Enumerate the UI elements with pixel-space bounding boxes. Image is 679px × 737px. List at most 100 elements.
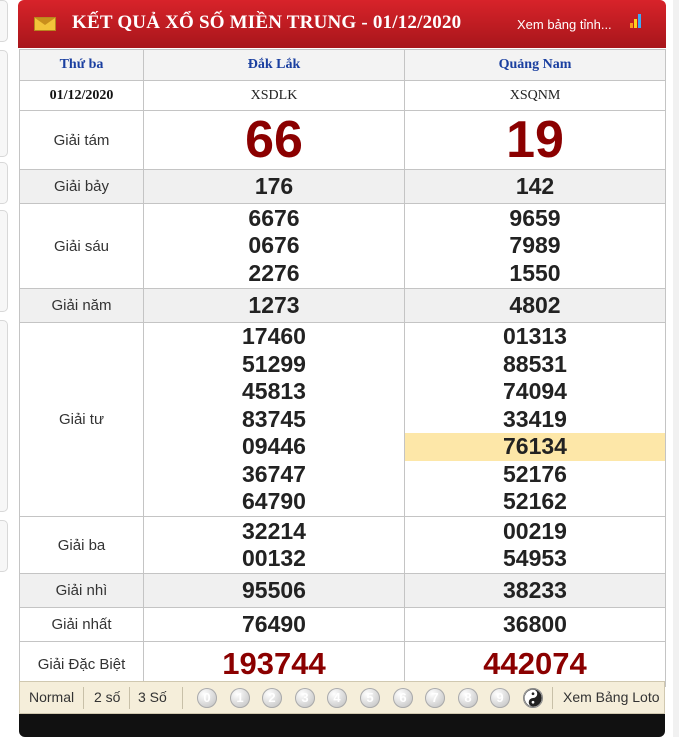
prize-cell: 1273 [143, 288, 405, 323]
prize-number[interactable]: 54953 [405, 545, 665, 573]
prize-number[interactable]: 0676 [144, 232, 404, 260]
digit-6-button[interactable]: 6 [393, 688, 413, 708]
prize-label: Giải sáu [19, 203, 144, 289]
prize-number[interactable]: 00219 [405, 518, 665, 546]
prize-row: Giải tám 66 19 [19, 110, 666, 170]
prize-number[interactable]: 74094 [405, 378, 665, 406]
digit-2-button[interactable]: 2 [262, 688, 282, 708]
lottery-result-panel: KẾT QUẢ XỔ SỐ MIỀN TRUNG - 01/12/2020 Xe… [18, 0, 666, 737]
result-header: KẾT QUẢ XỔ SỐ MIỀN TRUNG - 01/12/2020 Xe… [18, 0, 666, 48]
prize-number[interactable]: 76490 [144, 611, 404, 639]
prize-number[interactable]: 142 [405, 173, 665, 201]
prize-row: Giải tư 17460 51299 45813 83745 09446 36747 647… [19, 322, 666, 517]
prize-number[interactable]: 17460 [144, 323, 404, 351]
yin-yang-icon[interactable] [523, 688, 543, 708]
prize-cell: 4802 [404, 288, 666, 323]
envelope-icon [34, 17, 56, 31]
prize-cell: 76490 [143, 607, 405, 642]
prize-row: Giải Đặc Biệt 193744 442074 [19, 641, 666, 687]
prize-number[interactable]: 01313 [405, 323, 665, 351]
prize-number[interactable]: 4802 [405, 292, 665, 320]
prize-number[interactable]: 51299 [144, 351, 404, 379]
prize-row: Giải nhất 76490 36800 [19, 607, 666, 642]
prize-number[interactable]: 176 [144, 173, 404, 201]
digit-7-button[interactable]: 7 [425, 688, 445, 708]
prize-cell: 01313 88531 74094 33419 76134 52176 52162 [404, 322, 666, 517]
prize-number[interactable]: 2276 [144, 260, 404, 288]
prize-cell: 32214 00132 [143, 516, 405, 574]
prize-number[interactable]: 95506 [144, 577, 404, 605]
prize-cell: 36800 [404, 607, 666, 642]
prize-number[interactable]: 36800 [405, 611, 665, 639]
prize-number[interactable]: 1550 [405, 260, 665, 288]
prize-label: Giải năm [19, 288, 144, 323]
prize-number[interactable]: 19 [405, 111, 665, 169]
prize-cell: 95506 [143, 573, 405, 608]
prize-cell: 00219 54953 [404, 516, 666, 574]
prize-number[interactable]: 09446 [144, 433, 404, 461]
prize-label: Giải nhất [19, 607, 144, 642]
prize-cell: 19 [404, 110, 666, 170]
prize-cell: 442074 [404, 641, 666, 687]
prize-number[interactable]: 1273 [144, 292, 404, 320]
prize-row: Giải ba 32214 00132 00219 54953 [19, 516, 666, 574]
prize-number[interactable]: 6676 [144, 205, 404, 233]
tab-2-so[interactable]: 2 số [94, 689, 120, 705]
day-of-week: Thứ ba [19, 49, 144, 81]
view-mode-bar: Normal 2 số 3 Số 0 1 2 3 4 5 6 7 8 9 Xem… [19, 681, 665, 714]
view-loto-table-link[interactable]: Xem Bảng Loto [563, 689, 660, 705]
prize-number[interactable]: 88531 [405, 351, 665, 379]
prize-number[interactable]: 45813 [144, 378, 404, 406]
prize-label: Giải tư [19, 322, 144, 517]
prize-number[interactable]: 00132 [144, 545, 404, 573]
digit-5-button[interactable]: 5 [360, 688, 380, 708]
prize-number[interactable]: 36747 [144, 461, 404, 489]
prize-row: Giải năm 1273 4802 [19, 288, 666, 323]
prize-number[interactable]: 32214 [144, 518, 404, 546]
prize-number[interactable]: 52176 [405, 461, 665, 489]
prize-number[interactable]: 442074 [405, 643, 665, 685]
prize-number[interactable]: 83745 [144, 406, 404, 434]
digit-3-button[interactable]: 3 [295, 688, 315, 708]
tab-normal[interactable]: Normal [29, 689, 74, 705]
prize-label: Giải tám [19, 110, 144, 170]
prize-number[interactable]: 193744 [144, 643, 404, 685]
digit-4-button[interactable]: 4 [327, 688, 347, 708]
prize-label: Giải ba [19, 516, 144, 574]
prize-number[interactable]: 52162 [405, 488, 665, 516]
result-title: KẾT QUẢ XỔ SỐ MIỀN TRUNG - 01/12/2020 [72, 12, 462, 33]
results-table: Thứ ba Đắk Lắk Quảng Nam 01/12/2020 XSDL… [19, 49, 666, 687]
digit-0-button[interactable]: 0 [197, 688, 217, 708]
prize-number[interactable]: 7989 [405, 232, 665, 260]
prize-label: Giải nhì [19, 573, 144, 608]
prize-row: Giải sáu 6676 0676 2276 9659 7989 1550 [19, 203, 666, 289]
province-name-dak-lak[interactable]: Đắk Lắk [143, 49, 405, 81]
prize-number[interactable]: 64790 [144, 488, 404, 516]
prize-row: Giải bảy 176 142 [19, 169, 666, 204]
table-code-row: 01/12/2020 XSDLK XSQNM [19, 80, 666, 111]
digit-1-button[interactable]: 1 [230, 688, 250, 708]
prize-number[interactable]: 9659 [405, 205, 665, 233]
tab-3-so[interactable]: 3 Số [138, 689, 167, 705]
prize-cell: 66 [143, 110, 405, 170]
draw-date: 01/12/2020 [19, 80, 144, 111]
prize-label: Giải Đặc Biệt [19, 641, 144, 687]
prize-cell: 176 [143, 169, 405, 204]
prize-number[interactable]: 66 [144, 111, 404, 169]
prize-number[interactable]: 76134 [405, 433, 665, 461]
province-name-quang-nam[interactable]: Quảng Nam [404, 49, 666, 81]
prize-label: Giải bảy [19, 169, 144, 204]
digit-9-button[interactable]: 9 [490, 688, 510, 708]
digit-8-button[interactable]: 8 [458, 688, 478, 708]
province-code-quang-nam: XSQNM [404, 80, 666, 111]
prize-cell: 17460 51299 45813 83745 09446 36747 64790 [143, 322, 405, 517]
prize-number[interactable]: 33419 [405, 406, 665, 434]
prize-cell: 38233 [404, 573, 666, 608]
bar-chart-icon[interactable] [630, 14, 644, 28]
left-page-edge [0, 0, 8, 737]
prize-number[interactable]: 38233 [405, 577, 665, 605]
prize-cell: 9659 7989 1550 [404, 203, 666, 289]
view-province-table-link[interactable]: Xem bảng tỉnh... [517, 17, 612, 32]
prize-cell: 193744 [143, 641, 405, 687]
panel-bottom-bar [19, 714, 665, 737]
